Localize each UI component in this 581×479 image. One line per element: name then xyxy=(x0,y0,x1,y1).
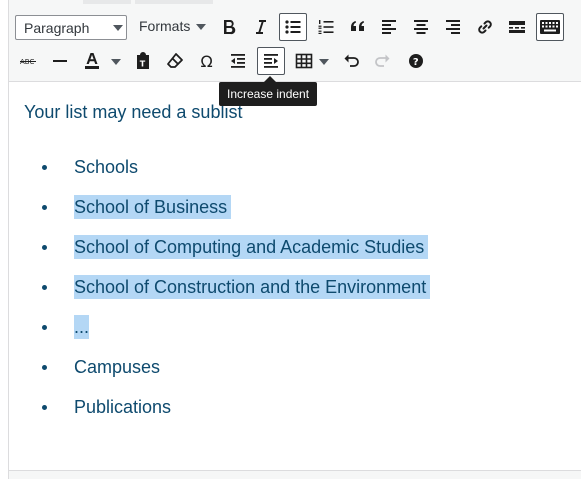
help-icon: ? xyxy=(409,54,423,68)
chevron-down-icon[interactable] xyxy=(111,59,121,65)
formats-menu[interactable]: Formats xyxy=(137,15,207,40)
svg-text:T: T xyxy=(140,60,146,69)
list-item: School of Construction and the Environme… xyxy=(9,275,569,299)
table-button[interactable] xyxy=(290,47,318,75)
strikethrough-icon: ABC xyxy=(20,58,36,66)
horizontal-line-icon xyxy=(53,60,67,62)
link-icon xyxy=(478,20,492,34)
blockquote-icon xyxy=(351,21,365,31)
bullet xyxy=(42,325,47,330)
clear-formatting-button[interactable] xyxy=(161,47,189,75)
italic-icon xyxy=(256,20,266,34)
bulleted-list-button[interactable] xyxy=(279,13,307,41)
bold-icon xyxy=(224,19,236,35)
align-right-icon xyxy=(446,20,460,34)
insert-link-button[interactable] xyxy=(471,13,499,41)
list-item: Campuses xyxy=(9,355,569,379)
bullet xyxy=(42,245,47,250)
decrease-indent-button[interactable] xyxy=(224,47,252,75)
chevron-down-icon xyxy=(196,24,206,30)
chevron-down-icon xyxy=(113,25,123,31)
list-item: School of Computing and Academic Studies xyxy=(9,235,569,259)
read-more-button[interactable] xyxy=(503,13,531,41)
strikethrough-button[interactable]: ABC xyxy=(14,47,42,75)
undo-button[interactable] xyxy=(337,47,365,75)
align-left-icon xyxy=(382,20,396,34)
editor-statusbar xyxy=(9,470,581,479)
list-item: ... xyxy=(9,315,569,339)
align-left-button[interactable] xyxy=(375,13,403,41)
paste-text-button[interactable]: T xyxy=(129,47,157,75)
svg-text:Ω: Ω xyxy=(201,52,213,71)
align-center-button[interactable] xyxy=(407,13,435,41)
outdent-icon xyxy=(231,54,245,68)
bold-button[interactable] xyxy=(215,13,243,41)
text-color-icon xyxy=(85,53,99,69)
list-item-text: Schools xyxy=(74,157,139,177)
list-item: School of Business xyxy=(9,195,569,219)
list-item-text: Publications xyxy=(74,397,172,417)
read-more-icon xyxy=(509,21,525,33)
list-item-text-selected: School of Computing and Academic Studies xyxy=(74,235,429,259)
bullet xyxy=(42,285,47,290)
editor: Paragraph Formats T Ω ? Your list may ne… xyxy=(8,0,581,479)
italic-button[interactable] xyxy=(247,13,275,41)
undo-icon xyxy=(344,54,359,67)
bulleted-list-icon xyxy=(285,20,301,34)
table-icon xyxy=(295,53,313,69)
align-center-icon xyxy=(414,20,428,34)
block-format-select[interactable]: Paragraph xyxy=(15,15,127,40)
list-item-text-selected: School of Business xyxy=(74,195,232,219)
list-item-text-selected: ... xyxy=(74,315,90,339)
keyboard-icon xyxy=(540,20,560,34)
eraser-icon xyxy=(167,53,183,68)
editor-toolbar: Paragraph Formats T Ω ? xyxy=(9,0,581,82)
numbered-list-icon xyxy=(318,20,334,34)
list-item: Schools xyxy=(9,155,569,179)
bullet xyxy=(42,405,47,410)
toolbar-tab-edge xyxy=(135,0,213,4)
bullet xyxy=(42,165,47,170)
tooltip: Increase indent xyxy=(219,82,318,106)
redo-button xyxy=(369,47,397,75)
omega-icon: Ω xyxy=(201,52,213,71)
increase-indent-button[interactable] xyxy=(257,47,285,75)
toolbar-tab-edge xyxy=(83,0,131,4)
text-color-button[interactable] xyxy=(78,47,106,75)
redo-icon xyxy=(375,54,390,67)
chevron-down-icon[interactable] xyxy=(319,59,329,65)
list-item-text: Campuses xyxy=(74,357,161,377)
svg-text:?: ? xyxy=(413,57,419,68)
intro-paragraph: Your list may need a sublist xyxy=(24,102,243,122)
keyboard-shortcuts-button[interactable]: ? xyxy=(402,47,430,75)
block-format-value: Paragraph xyxy=(24,20,90,36)
editor-content[interactable]: Your list may need a sublist Schools Sch… xyxy=(9,83,581,473)
list-item-text-selected: School of Construction and the Environme… xyxy=(74,275,431,299)
blockquote-button[interactable] xyxy=(344,13,372,41)
list-item: Publications xyxy=(9,395,569,419)
indent-icon xyxy=(264,54,278,68)
align-right-button[interactable] xyxy=(439,13,467,41)
bullet xyxy=(42,205,47,210)
clipboard-icon: T xyxy=(137,52,149,69)
formats-label: Formats xyxy=(139,18,191,34)
special-character-button[interactable]: Ω xyxy=(193,47,221,75)
horizontal-line-button[interactable] xyxy=(46,47,74,75)
toolbar-toggle-button[interactable] xyxy=(536,13,564,41)
bullet xyxy=(42,365,47,370)
numbered-list-button[interactable] xyxy=(312,13,340,41)
